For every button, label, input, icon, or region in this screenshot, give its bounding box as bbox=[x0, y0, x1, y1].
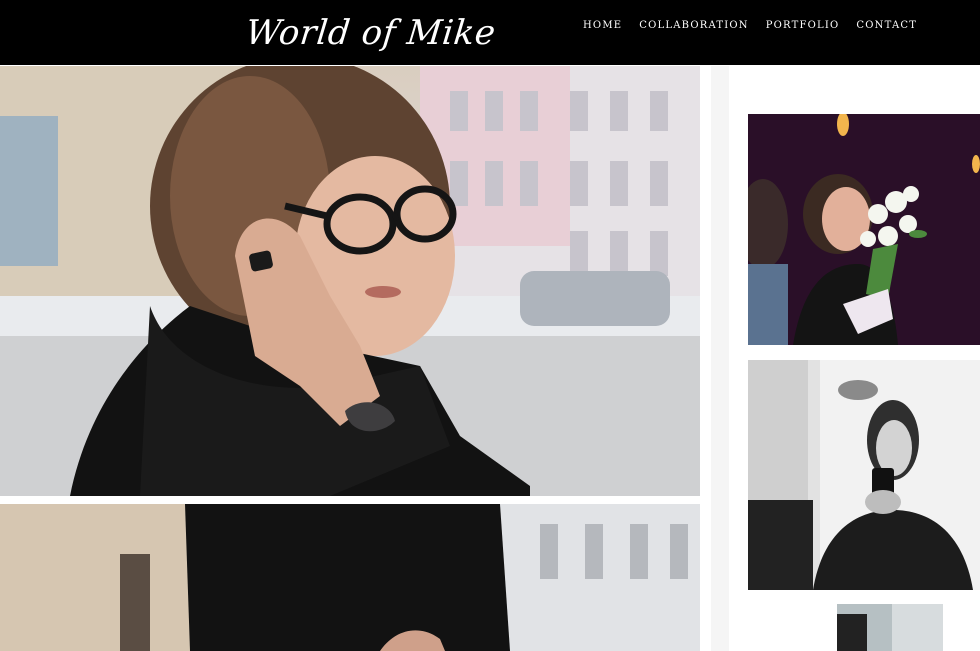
sidebar-photo-thumbnail[interactable] bbox=[837, 604, 943, 651]
main-nav: HOME COLLABORATION PORTFOLIO CONTACT bbox=[583, 18, 917, 32]
nav-contact[interactable]: CONTACT bbox=[856, 20, 917, 31]
site-logo[interactable]: World of Mike bbox=[243, 0, 499, 65]
nav-collaboration[interactable]: COLLABORATION bbox=[639, 20, 748, 31]
sidebar-photo-mirror-selfie[interactable] bbox=[748, 360, 980, 590]
party-flowers-image bbox=[748, 114, 980, 345]
photo-woman-scarf[interactable] bbox=[0, 504, 700, 651]
thumbnail-image bbox=[837, 604, 943, 651]
woman-scarf-image bbox=[0, 504, 700, 651]
sidebar-photo-party[interactable] bbox=[748, 114, 980, 345]
nav-home[interactable]: HOME bbox=[583, 20, 622, 31]
site-header: World of Mike HOME COLLABORATION PORTFOL… bbox=[0, 0, 980, 65]
woman-with-glasses-image bbox=[0, 66, 700, 496]
nav-portfolio[interactable]: PORTFOLIO bbox=[766, 20, 840, 31]
featured-photo-woman-glasses[interactable] bbox=[0, 66, 700, 496]
mirror-selfie-image bbox=[748, 360, 980, 590]
column-divider bbox=[711, 66, 729, 651]
